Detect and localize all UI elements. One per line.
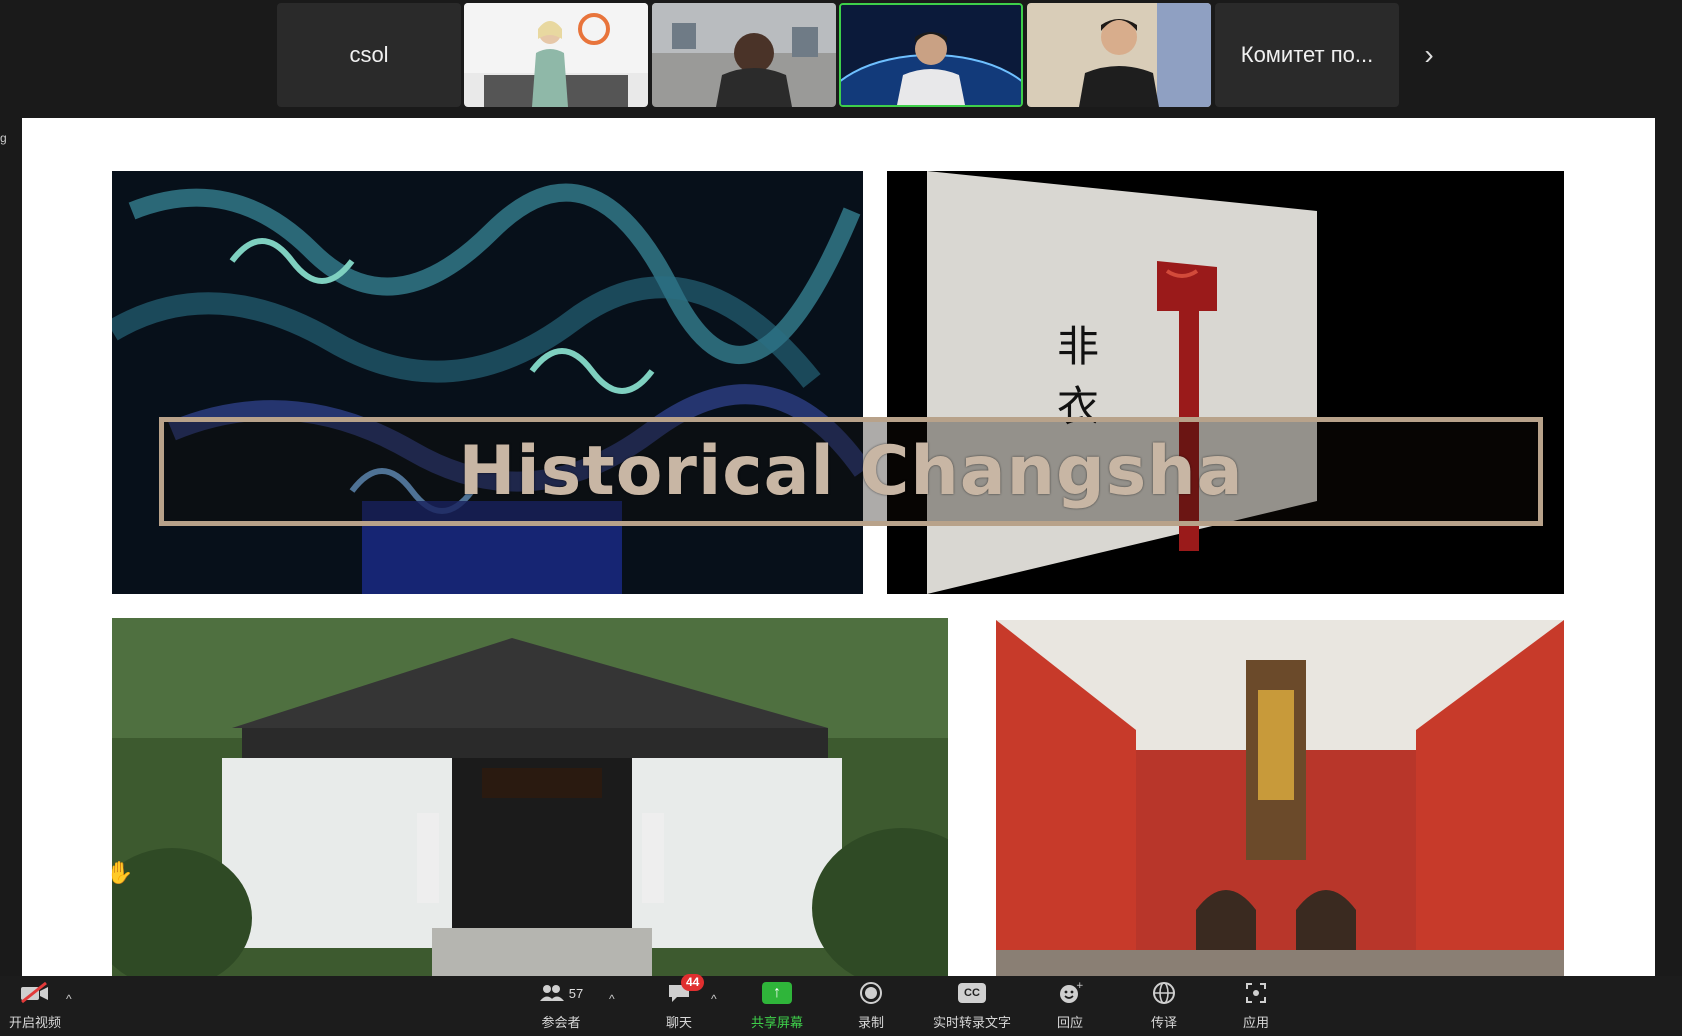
interpretation-label: 传译 [1150, 1015, 1177, 1030]
participant-strip: csol Комитет по... › [0, 0, 1682, 112]
chat-options-caret[interactable]: ^ [711, 992, 717, 1006]
chat-icon: 44 [667, 974, 705, 1008]
hand-cursor-icon: ✋ [106, 860, 134, 885]
participant-video [652, 3, 836, 107]
participants-icon: 57 [539, 978, 583, 1008]
record-icon [859, 978, 883, 1008]
video-off-icon [19, 978, 51, 1008]
live-transcript-label: 实时转录文字 [932, 1015, 1011, 1030]
live-transcript-button[interactable]: CC 实时转录文字 [929, 978, 1015, 1036]
reactions-label: 回应 [1056, 1015, 1083, 1030]
record-button[interactable]: 录制 [856, 978, 886, 1036]
participants-button[interactable]: 57 参会者 [536, 978, 586, 1036]
participant-video [464, 3, 648, 107]
slide-title: Historical Changsha [458, 432, 1244, 511]
reaction-icon: + [1057, 978, 1083, 1008]
apps-label: 应用 [1242, 1015, 1269, 1030]
edge-fragment-text: g [0, 131, 7, 145]
photo-red-temple [996, 620, 1564, 976]
interpretation-button[interactable]: 传译 [1149, 978, 1179, 1036]
photo-yuelu-academy-gate [112, 618, 948, 976]
start-video-button[interactable]: 开启视频 [4, 978, 66, 1036]
participant-video-tile[interactable] [464, 3, 648, 107]
participant-video [1027, 3, 1211, 107]
slide-title-frame: Historical Changsha [159, 417, 1543, 526]
globe-icon [1152, 978, 1176, 1008]
participants-label: 参会者 [541, 1015, 581, 1030]
photo-silk-painting [112, 171, 863, 594]
participant-tile-csol[interactable]: csol [277, 3, 461, 107]
start-video-label: 开启视频 [8, 1015, 61, 1030]
participants-options-caret[interactable]: ^ [609, 992, 615, 1006]
participant-video [841, 5, 1021, 105]
participant-video-tile-active[interactable] [839, 3, 1023, 107]
share-screen-label: 共享屏幕 [750, 1015, 803, 1030]
participant-name: csol [349, 42, 389, 67]
chat-unread-badge: 44 [681, 974, 705, 991]
svg-text:非: 非 [1057, 322, 1099, 371]
share-screen-icon: ↑ [762, 978, 792, 1008]
chat-label: 聊天 [665, 1015, 692, 1030]
svg-text:+: + [1076, 981, 1083, 991]
participant-name: Комитет по... [1240, 42, 1374, 67]
cc-icon: CC [958, 978, 986, 1008]
participant-video-tile[interactable] [652, 3, 836, 107]
photo-museum-exhibit: 非 衣 [887, 171, 1564, 594]
chevron-right-icon[interactable]: › [1414, 38, 1444, 72]
record-label: 录制 [857, 1015, 884, 1030]
apps-button[interactable]: 应用 [1241, 978, 1271, 1036]
reactions-button[interactable]: + 回应 [1055, 978, 1085, 1036]
shared-screen-slide: 非 衣 Historical Changsha ✋ [22, 118, 1655, 976]
apps-icon [1244, 978, 1268, 1008]
share-screen-button[interactable]: ↑ 共享屏幕 [746, 978, 808, 1036]
participant-tile-committee[interactable]: Комитет по... [1215, 3, 1399, 107]
video-options-caret[interactable]: ^ [66, 992, 72, 1006]
participant-video-tile[interactable] [1027, 3, 1211, 107]
meeting-toolbar: 开启视频 ^ 57 参会者 ^ 44 聊天 ^ ↑ 共享屏幕 录制 CC 实时转… [0, 974, 1682, 1036]
chat-button[interactable]: 44 聊天 [662, 974, 705, 1036]
participant-count: 57 [568, 985, 584, 1001]
